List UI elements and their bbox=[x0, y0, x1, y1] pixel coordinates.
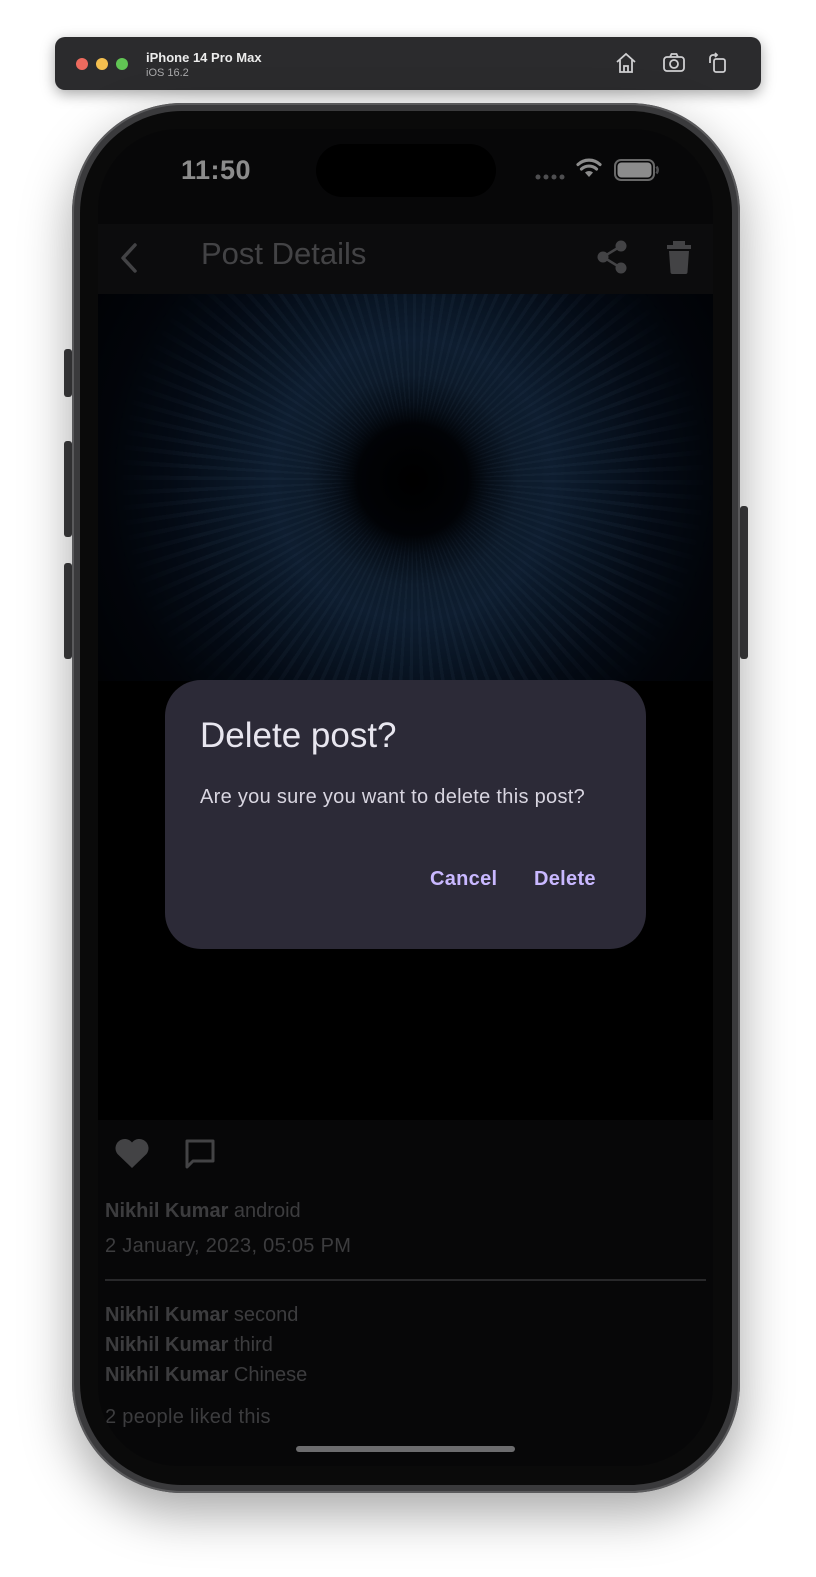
screenshot-icon[interactable] bbox=[662, 51, 686, 75]
minimize-window-button[interactable] bbox=[96, 58, 108, 70]
home-icon[interactable] bbox=[614, 51, 638, 75]
delete-button[interactable]: Delete bbox=[534, 868, 596, 891]
zoom-window-button[interactable] bbox=[116, 58, 128, 70]
os-version: iOS 16.2 bbox=[146, 67, 189, 79]
phone-screen: 11:50 Post Details Nikhil Kumar android … bbox=[98, 129, 713, 1466]
dialog-message: Are you sure you want to delete this pos… bbox=[200, 786, 586, 808]
simulator-toolbar: iPhone 14 Pro Max iOS 16.2 bbox=[55, 37, 761, 90]
volume-up-button bbox=[64, 441, 72, 537]
rotate-icon[interactable] bbox=[706, 51, 730, 75]
close-window-button[interactable] bbox=[76, 58, 88, 70]
power-button bbox=[740, 506, 748, 659]
cancel-button[interactable]: Cancel bbox=[430, 868, 497, 891]
action-button bbox=[64, 349, 72, 397]
volume-down-button bbox=[64, 563, 72, 659]
device-name: iPhone 14 Pro Max bbox=[146, 50, 262, 65]
delete-dialog: Delete post? Are you sure you want to de… bbox=[165, 680, 646, 949]
home-indicator[interactable] bbox=[296, 1446, 515, 1452]
dialog-title: Delete post? bbox=[200, 716, 397, 755]
